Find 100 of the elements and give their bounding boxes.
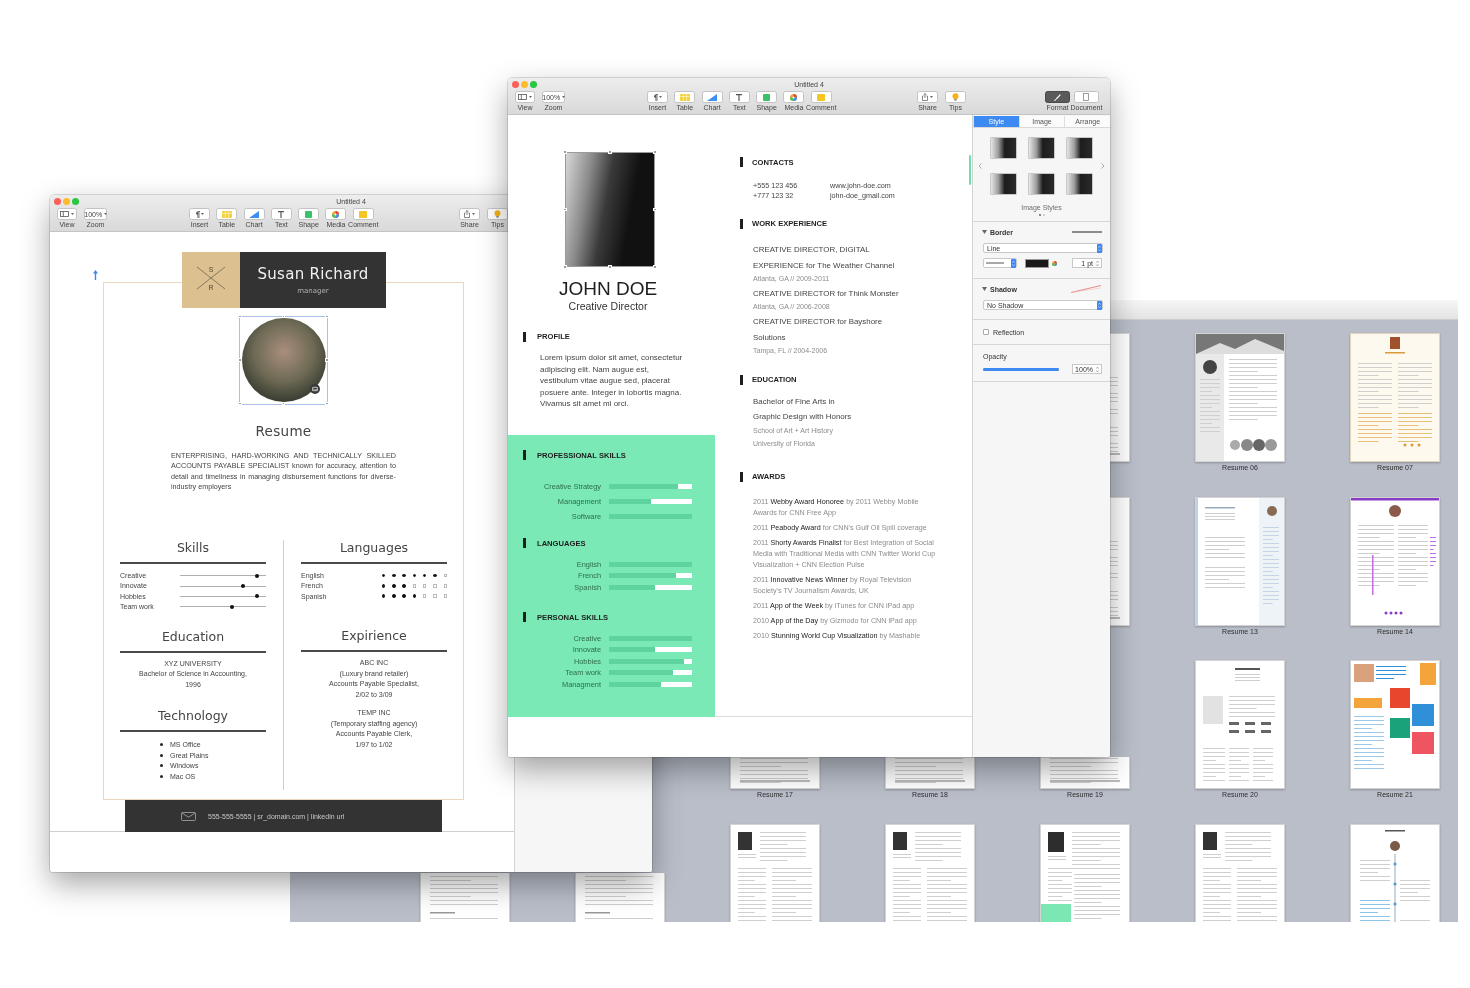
table-button[interactable] xyxy=(674,91,696,103)
chart-button[interactable] xyxy=(701,91,723,103)
line-style-popup[interactable] xyxy=(983,258,1017,268)
resize-handle[interactable] xyxy=(325,314,329,319)
resize-handle[interactable] xyxy=(563,265,567,269)
note-icon xyxy=(359,210,368,218)
media-button[interactable] xyxy=(783,91,805,103)
view-button[interactable] xyxy=(515,91,535,103)
chart-icon xyxy=(707,93,718,101)
text-icon xyxy=(278,210,285,218)
resize-handle[interactable] xyxy=(653,265,657,269)
template-thumbnail[interactable] xyxy=(1350,333,1440,462)
bullet-icon xyxy=(160,774,163,778)
style-preset[interactable] xyxy=(1067,138,1092,158)
chevron-left-icon[interactable] xyxy=(978,163,982,169)
template-thumbnail[interactable] xyxy=(1195,496,1285,626)
template-thumbnail[interactable] xyxy=(1110,496,1130,626)
template-thumbnail[interactable] xyxy=(1040,823,1130,922)
text-button[interactable] xyxy=(270,208,292,220)
template-thumbnail[interactable] xyxy=(1350,823,1440,922)
slider-thumb[interactable] xyxy=(240,583,245,588)
media-button[interactable] xyxy=(325,208,347,220)
resize-handle[interactable] xyxy=(281,401,286,406)
style-preset[interactable] xyxy=(991,174,1016,194)
resize-handle[interactable] xyxy=(563,150,567,154)
tips-button[interactable] xyxy=(486,208,508,220)
template-thumbnail[interactable] xyxy=(420,872,510,922)
marker-icon xyxy=(93,270,98,280)
slider-thumb[interactable] xyxy=(230,604,235,609)
disclosure-triangle-icon[interactable] xyxy=(982,287,987,291)
resize-handle[interactable] xyxy=(608,265,612,269)
caret-icon xyxy=(471,213,475,215)
template-thumbnail[interactable] xyxy=(1195,660,1285,789)
fullscreen-button[interactable] xyxy=(71,198,79,205)
format-button[interactable] xyxy=(1044,91,1070,103)
disclosure-triangle-icon[interactable] xyxy=(982,230,987,234)
comment-button[interactable] xyxy=(810,91,832,103)
slider-thumb[interactable] xyxy=(255,594,260,599)
resize-handle[interactable] xyxy=(563,207,567,212)
template-thumbnail[interactable] xyxy=(730,823,820,922)
comment-button[interactable] xyxy=(352,208,374,220)
close-button[interactable] xyxy=(53,198,61,205)
resize-handle[interactable] xyxy=(238,314,242,319)
shape-button[interactable] xyxy=(756,91,778,103)
template-thumbnail[interactable] xyxy=(575,872,665,922)
tips-button[interactable] xyxy=(944,91,966,103)
template-thumbnail[interactable] xyxy=(1350,496,1440,626)
resize-handle[interactable] xyxy=(653,207,657,212)
resize-handle[interactable] xyxy=(325,358,329,362)
template-thumbnail[interactable] xyxy=(730,757,820,789)
template-thumbnail[interactable] xyxy=(1195,333,1285,462)
rating-dot xyxy=(412,594,417,598)
section-heading: Expirience xyxy=(340,628,408,645)
template-thumbnail[interactable] xyxy=(885,823,975,922)
stepper-icon xyxy=(1097,243,1102,253)
person-name: JOHN DOE xyxy=(557,278,659,300)
heading-bar-icon xyxy=(523,538,526,548)
insert-button[interactable] xyxy=(189,208,210,220)
style-preset[interactable] xyxy=(991,138,1016,158)
resize-handle[interactable] xyxy=(325,401,329,406)
template-thumbnail[interactable] xyxy=(885,757,975,789)
share-icon xyxy=(922,93,929,101)
insert-button[interactable] xyxy=(647,91,668,103)
resize-handle[interactable] xyxy=(238,358,242,362)
color-well[interactable] xyxy=(1025,258,1049,268)
chevron-right-icon[interactable] xyxy=(1101,163,1105,169)
resize-handle[interactable] xyxy=(238,401,242,406)
text-button[interactable] xyxy=(728,91,750,103)
section-heading: Education xyxy=(160,628,226,645)
chart-button[interactable] xyxy=(243,208,265,220)
resize-handle[interactable] xyxy=(608,150,612,154)
scroll-bar[interactable] xyxy=(969,155,971,185)
template-thumbnail[interactable] xyxy=(1110,333,1130,462)
view-button[interactable] xyxy=(57,208,77,220)
style-preset[interactable] xyxy=(1067,174,1092,194)
paragraph-icon xyxy=(194,210,200,218)
job-role: Creative Director xyxy=(567,300,649,313)
style-preset[interactable] xyxy=(1029,174,1054,194)
sidebar-icon xyxy=(60,211,70,217)
share-button[interactable] xyxy=(458,208,480,220)
slider-thumb[interactable] xyxy=(254,573,259,578)
rating-dot xyxy=(402,594,406,598)
table-button[interactable] xyxy=(216,208,238,220)
template-thumbnail[interactable] xyxy=(1195,823,1285,922)
rating-dot xyxy=(433,573,437,578)
border-preview-icon xyxy=(1072,231,1102,233)
caret-icon xyxy=(103,213,107,215)
template-thumbnail[interactable] xyxy=(1350,660,1440,789)
style-preset[interactable] xyxy=(1029,138,1054,158)
image-badge-icon xyxy=(310,383,320,394)
template-thumbnail[interactable] xyxy=(1040,757,1130,789)
color-wheel-icon[interactable] xyxy=(1052,260,1057,266)
reflection-checkbox[interactable] xyxy=(983,329,989,335)
close-button[interactable] xyxy=(511,81,519,88)
resize-handle[interactable] xyxy=(653,150,657,154)
shape-button[interactable] xyxy=(298,208,320,220)
fullscreen-button[interactable] xyxy=(529,81,537,88)
bullet-icon xyxy=(160,743,163,747)
color-circle-icon xyxy=(332,210,340,218)
share-button[interactable] xyxy=(916,91,938,103)
